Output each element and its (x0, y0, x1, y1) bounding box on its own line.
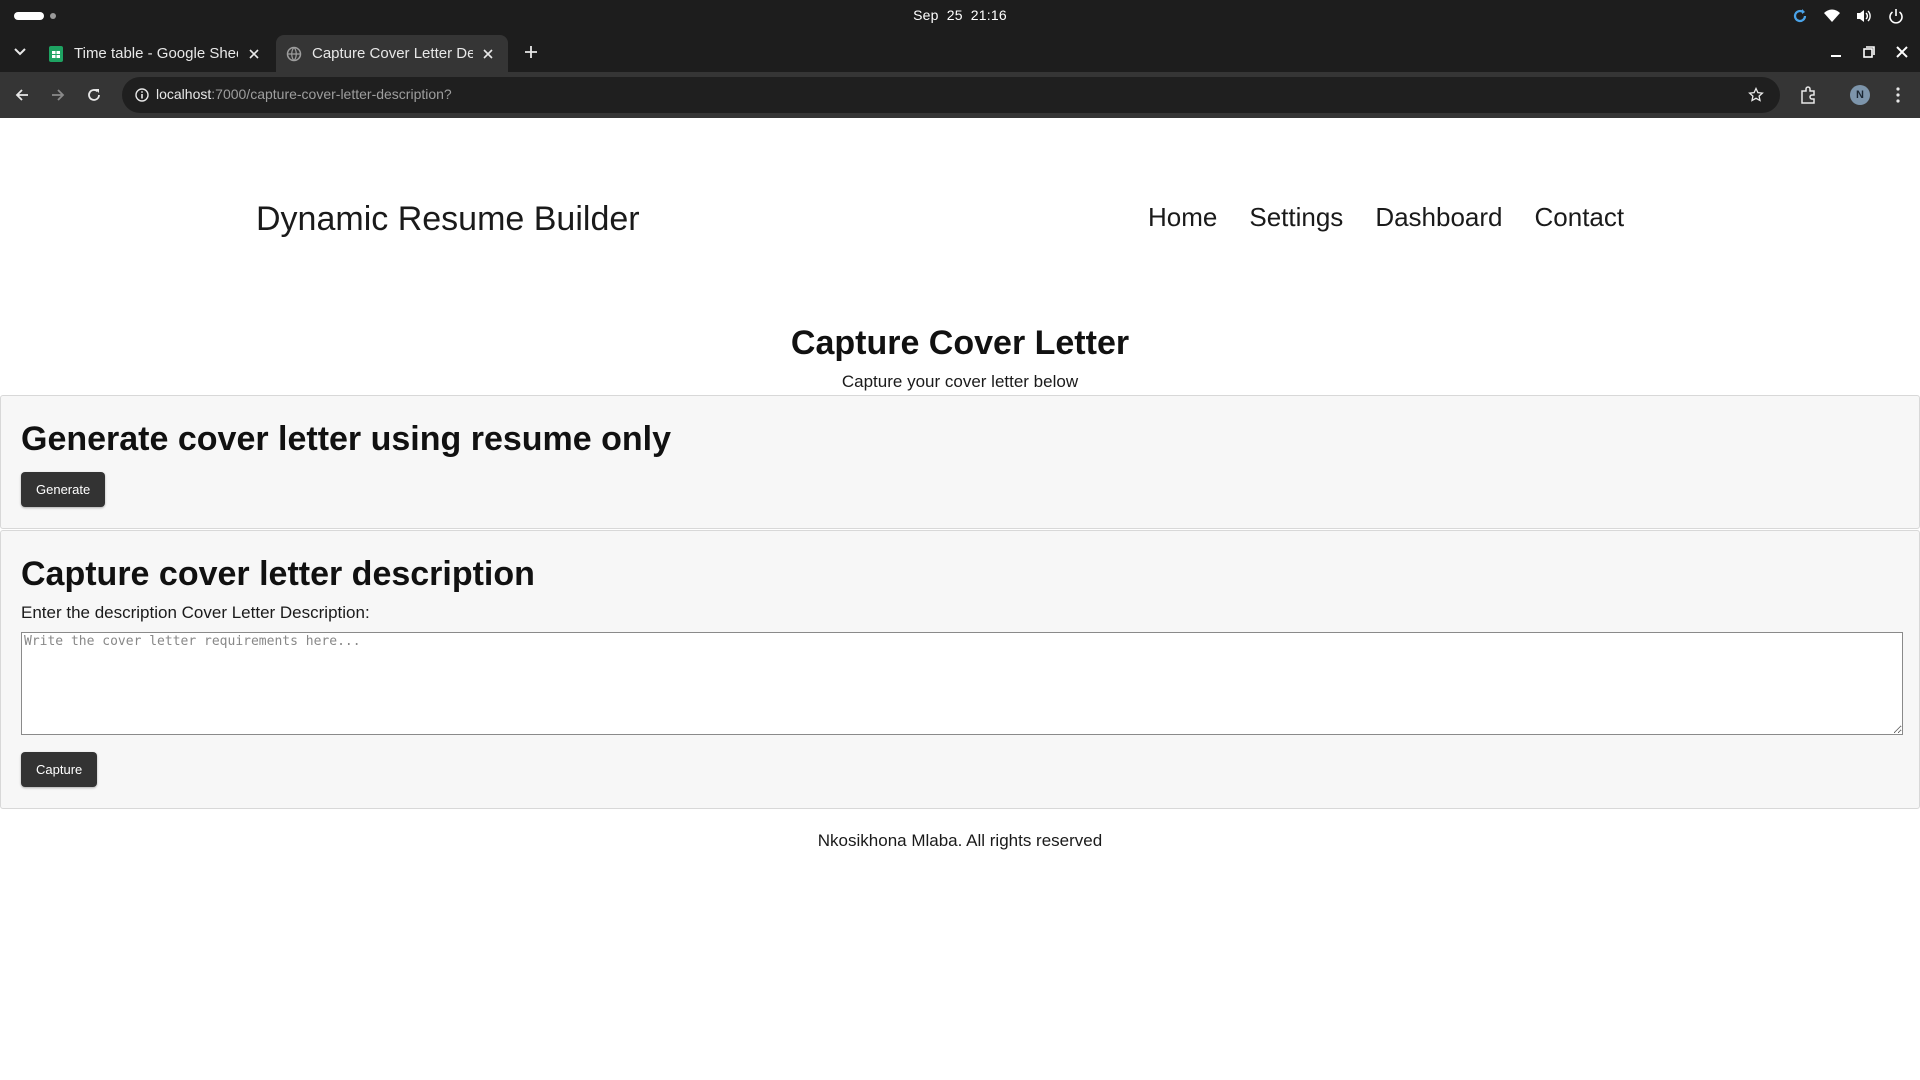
forward-arrow-icon[interactable] (46, 83, 70, 107)
browser-tab-strip: Time table - Google Sheets Capture Cover… (0, 32, 1920, 72)
nav-settings[interactable]: Settings (1249, 202, 1343, 233)
sheets-icon (48, 45, 64, 62)
new-tab-plus-icon[interactable] (519, 40, 543, 64)
avatar: N (1850, 85, 1870, 105)
restore-icon[interactable] (1857, 40, 1881, 64)
wifi-icon[interactable] (1822, 6, 1842, 26)
url-host: localhost (156, 86, 212, 102)
generate-button[interactable]: Generate (21, 472, 106, 507)
system-tray[interactable] (1790, 6, 1906, 26)
close-tab-icon[interactable] (244, 44, 264, 64)
tab-search-chevron-down-icon[interactable] (8, 40, 32, 64)
tab-title: Capture Cover Letter Description (312, 45, 473, 62)
footer-text: Nkosikhona Mlaba. All rights reserved (817, 831, 1103, 850)
browser-toolbar: localhost:7000/capture-cover-letter-desc… (0, 72, 1920, 118)
description-label: Enter the description Cover Letter Descr… (21, 603, 370, 622)
back-arrow-icon[interactable] (10, 83, 34, 107)
sync-icon[interactable] (1790, 6, 1810, 26)
capture-description-card: Capture cover letter description Enter t… (0, 530, 1920, 809)
kebab-menu-icon[interactable] (1886, 83, 1910, 107)
bookmark-star-icon[interactable] (1744, 83, 1768, 107)
globe-icon (286, 46, 302, 62)
tab-google-sheets[interactable]: Time table - Google Sheets (38, 35, 274, 72)
capture-card-heading: Capture cover letter description (21, 555, 535, 593)
site-brand[interactable]: Dynamic Resume Builder (256, 200, 640, 239)
address-bar[interactable]: localhost:7000/capture-cover-letter-desc… (122, 77, 1780, 113)
page-title: Capture Cover Letter (790, 324, 1130, 362)
tab-title: Time table - Google Sheets (74, 45, 239, 62)
web-page: Dynamic Resume Builder Home Settings Das… (0, 118, 1920, 1080)
generate-card-heading: Generate cover letter using resume only (21, 420, 672, 458)
minimize-icon[interactable] (1824, 40, 1848, 64)
power-icon[interactable] (1886, 6, 1906, 26)
url-text[interactable]: localhost:7000/capture-cover-letter-desc… (156, 86, 452, 102)
description-textarea[interactable] (21, 632, 1903, 735)
os-top-bar: Sep 25 21:16 (0, 0, 1920, 32)
main-nav: Home Settings Dashboard Contact (1148, 202, 1624, 233)
reload-icon[interactable] (82, 83, 106, 107)
site-info-icon[interactable] (130, 83, 154, 107)
os-clock[interactable]: Sep 25 21:16 (0, 7, 1920, 23)
url-path: :7000/capture-cover-letter-description? (211, 86, 452, 102)
profile-avatar[interactable]: N (1848, 83, 1872, 107)
site-header: Dynamic Resume Builder Home Settings Das… (0, 118, 1920, 324)
close-window-icon[interactable] (1890, 40, 1914, 64)
volume-icon[interactable] (1854, 6, 1874, 26)
close-tab-icon[interactable] (479, 44, 498, 64)
nav-home[interactable]: Home (1148, 202, 1217, 233)
tab-capture-cover-letter[interactable]: Capture Cover Letter Description (276, 35, 508, 72)
page-subtitle: Capture your cover letter below (841, 372, 1079, 391)
capture-button[interactable]: Capture (21, 752, 98, 787)
extensions-puzzle-icon[interactable] (1796, 83, 1820, 107)
nav-dashboard[interactable]: Dashboard (1375, 202, 1502, 233)
generate-cover-letter-card: Generate cover letter using resume only … (0, 395, 1920, 529)
nav-contact[interactable]: Contact (1535, 202, 1625, 233)
